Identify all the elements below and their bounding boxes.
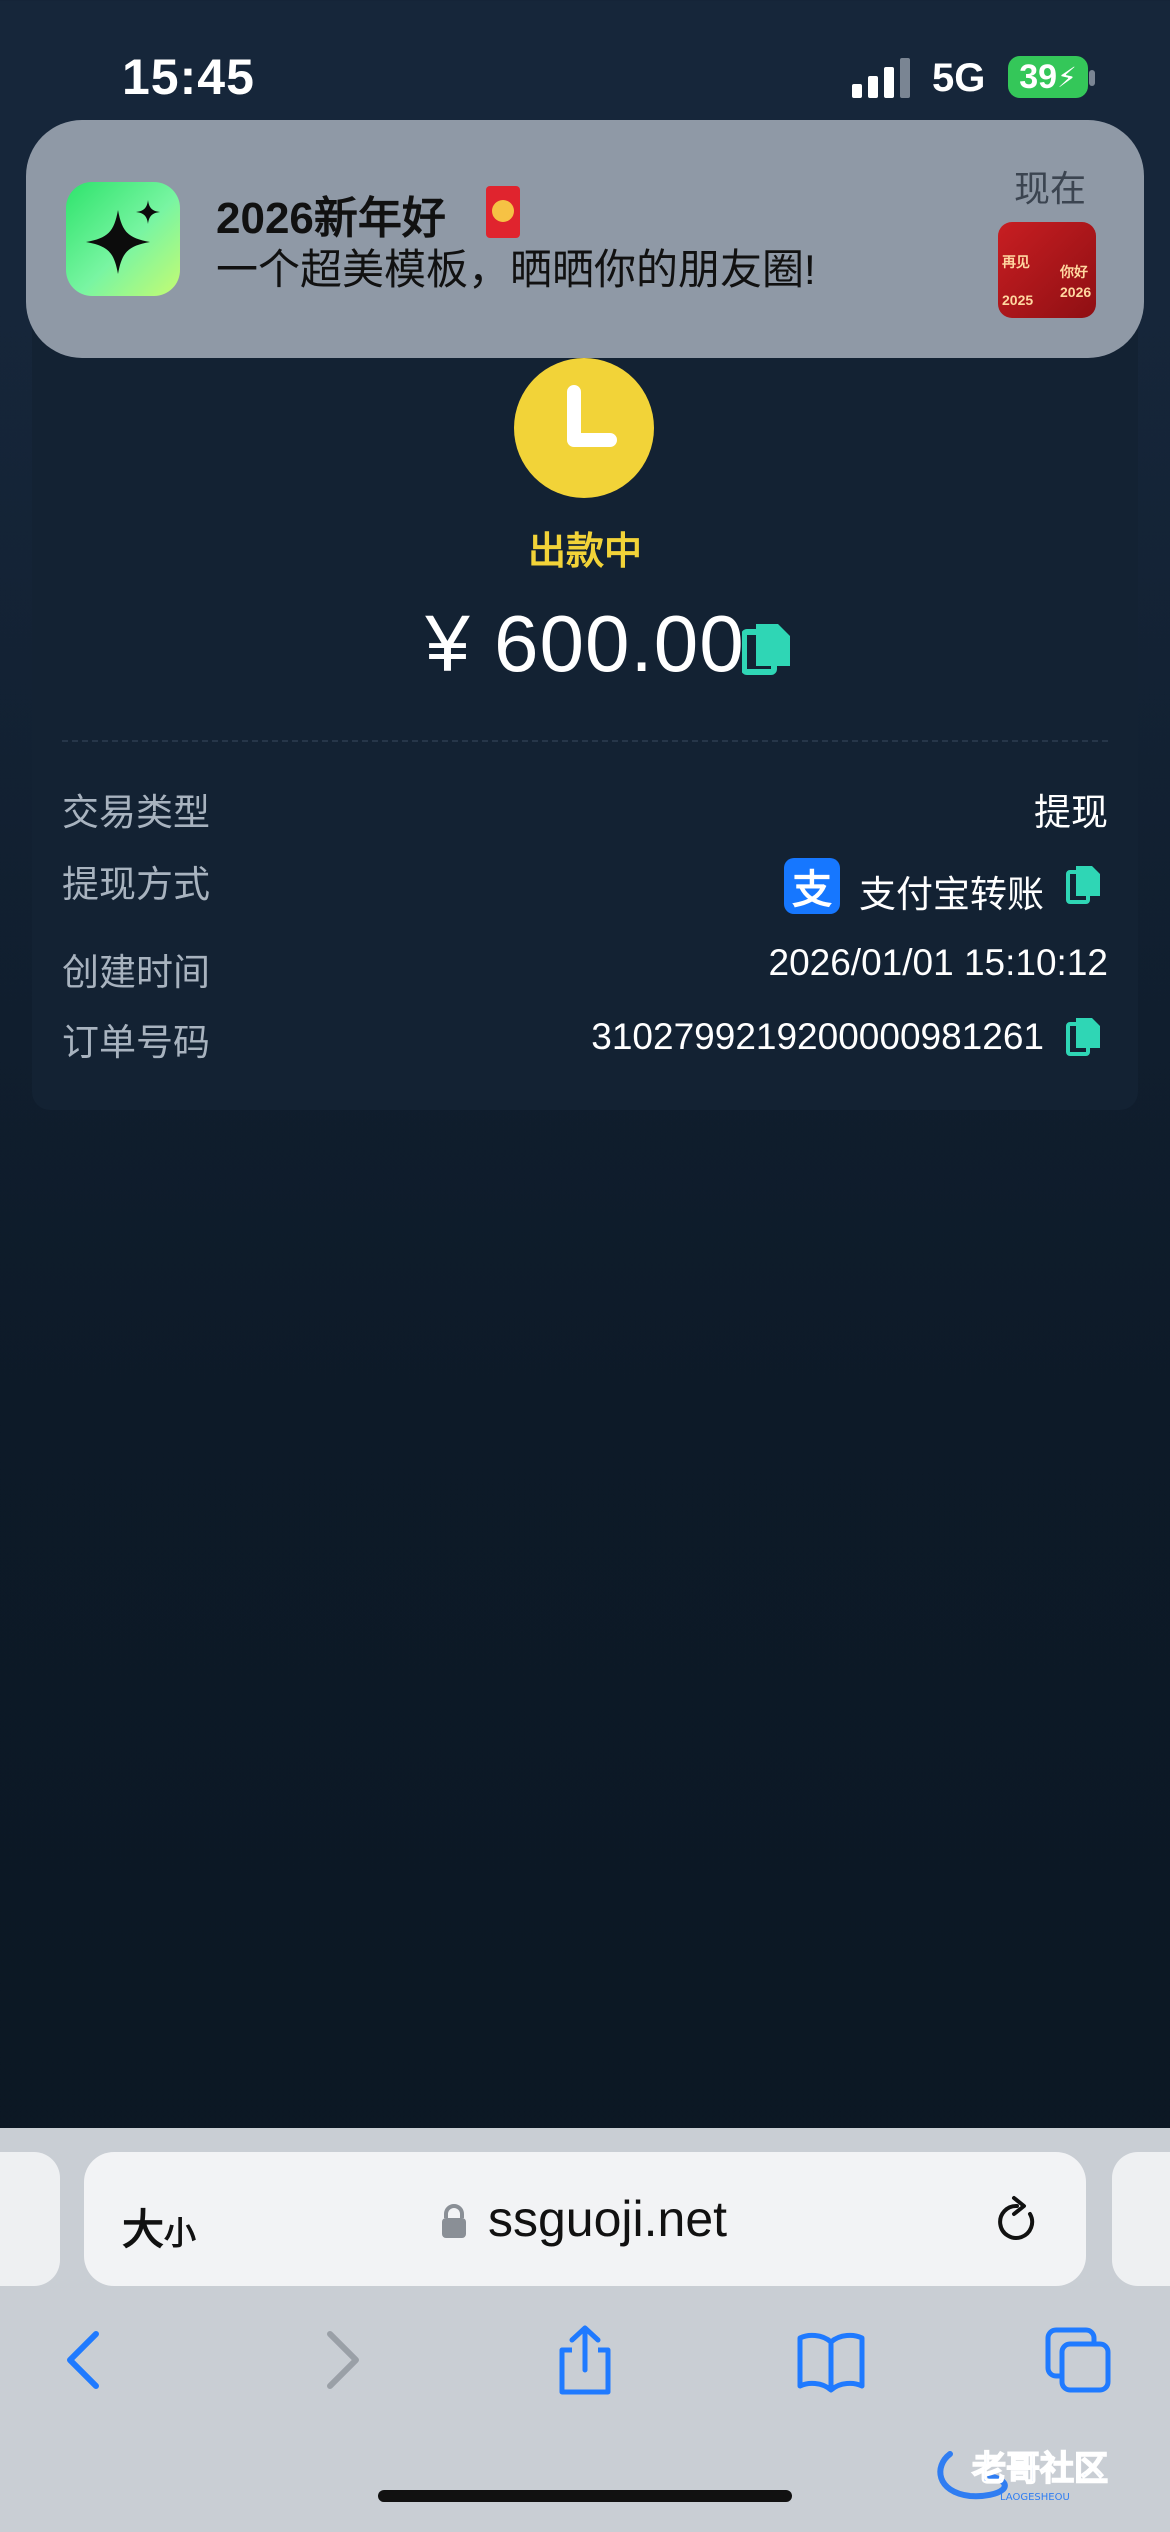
home-indicator[interactable] bbox=[378, 2490, 792, 2502]
copy-icon[interactable] bbox=[1066, 1016, 1102, 1056]
row-label-type: 交易类型 bbox=[62, 792, 210, 833]
order-status: 出款中 bbox=[527, 531, 642, 573]
row-value-created: 2026/01/01 15:10:12 bbox=[768, 942, 1109, 983]
sparkle-icon bbox=[86, 200, 160, 274]
text-size-big: 大 bbox=[122, 2206, 165, 2253]
battery-level: 39 bbox=[1019, 57, 1058, 96]
signal-icon bbox=[852, 58, 910, 98]
battery-indicator: 39 ⚡ bbox=[1008, 56, 1088, 98]
tabs-icon[interactable] bbox=[1044, 2324, 1114, 2396]
thumb-text: 2026 bbox=[1060, 284, 1092, 300]
thumb-text: 2025 bbox=[1002, 292, 1034, 308]
bookmarks-icon[interactable] bbox=[796, 2324, 866, 2396]
red-envelope-icon bbox=[486, 186, 520, 238]
notification-thumbnail: 再见 2025 你好 2026 bbox=[998, 222, 1096, 318]
copy-icon[interactable] bbox=[742, 622, 792, 678]
charging-icon: ⚡ bbox=[1057, 61, 1077, 93]
text-size-button[interactable]: 大小 bbox=[122, 2196, 196, 2257]
svg-text:老哥社区: 老哥社区 bbox=[972, 2449, 1108, 2489]
divider bbox=[62, 740, 1108, 742]
notification-body: 一个超美模板，晒晒你的朋友圈! bbox=[216, 246, 816, 293]
row-value-type: 提现 bbox=[1034, 792, 1108, 833]
share-icon[interactable] bbox=[550, 2324, 620, 2396]
next-tab-preview[interactable] bbox=[1112, 2152, 1170, 2286]
status-time: 15:45 bbox=[122, 49, 255, 105]
thumb-text: 你好 bbox=[1060, 264, 1088, 280]
forward-icon[interactable] bbox=[306, 2324, 376, 2396]
previous-tab-preview[interactable] bbox=[0, 2152, 60, 2286]
watermark-logo: 老哥社区 LAOGESHEOU bbox=[937, 2448, 1109, 2503]
notification-app-icon bbox=[66, 182, 180, 296]
thumb-text: 再见 bbox=[1002, 254, 1030, 270]
notification-time: 现在 bbox=[1014, 168, 1087, 209]
text-size-small: 小 bbox=[164, 2215, 197, 2251]
svg-text:LAOGESHEOU: LAOGESHEOU bbox=[1000, 2492, 1070, 2503]
reload-icon[interactable] bbox=[994, 2194, 1040, 2246]
back-icon[interactable] bbox=[50, 2324, 120, 2396]
row-label-method: 提现方式 bbox=[62, 864, 210, 905]
row-label-order-no: 订单号码 bbox=[62, 1022, 210, 1063]
clock-icon bbox=[514, 358, 654, 498]
order-amount: ¥ 600.00 bbox=[425, 599, 745, 688]
alipay-logo: 支 bbox=[784, 858, 840, 914]
lock-icon bbox=[442, 2204, 466, 2238]
row-label-created: 创建时间 bbox=[62, 952, 210, 993]
network-label: 5G bbox=[932, 56, 986, 100]
url-text[interactable]: ssguoji.net bbox=[488, 2190, 727, 2248]
battery-cap bbox=[1089, 70, 1095, 86]
row-value-method: 支付宝转账 bbox=[859, 874, 1044, 915]
row-value-order-no: 3102799219200000981261 bbox=[591, 1016, 1044, 1057]
copy-icon[interactable] bbox=[1066, 864, 1102, 904]
